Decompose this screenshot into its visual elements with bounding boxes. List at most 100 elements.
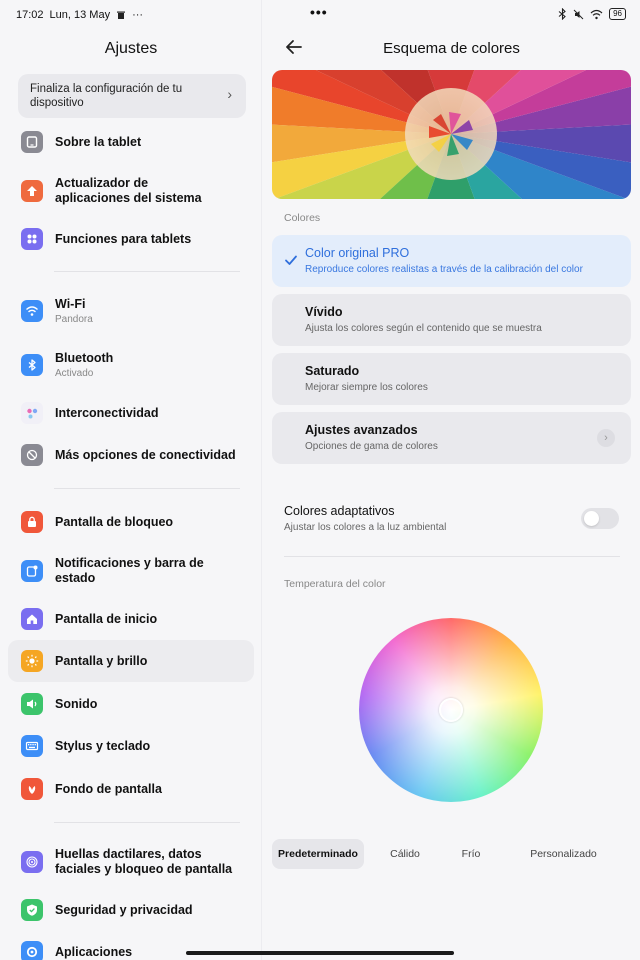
adaptive-colors-row: Colores adaptativos Ajustar los colores … <box>284 504 620 533</box>
toggle-knob <box>584 511 599 526</box>
checkmark-icon <box>285 255 297 265</box>
sidebar-title: Ajustes <box>104 40 158 57</box>
lock-icon <box>21 511 43 533</box>
trash-icon <box>117 11 126 19</box>
tab-default[interactable]: Predeterminado <box>272 839 364 869</box>
sidebar-item-display-brightness[interactable]: Pantalla y brillo <box>8 640 254 682</box>
sun-icon <box>21 650 43 672</box>
colors-section-label: Colores <box>284 212 321 224</box>
bluetooth-status-icon <box>558 8 566 20</box>
option-title: Vívido <box>305 305 343 319</box>
sidebar-item-label: Actualizador de aplicaciones del sistema <box>55 176 202 205</box>
sidebar-item-notifications[interactable]: Notificaciones y barra de estado <box>8 555 254 587</box>
sidebar-item-label: Bluetooth <box>55 351 114 365</box>
sidebar-item-label: Más opciones de conectividad <box>55 447 236 462</box>
sidebar-item-bluetooth[interactable]: Bluetooth Activado <box>8 350 254 380</box>
sidebar-item-home-screen[interactable]: Pantalla de inicio <box>8 607 254 631</box>
option-description: Reproduce colores realistas a través de … <box>305 264 583 275</box>
sidebar-item-label: Sonido <box>55 696 98 711</box>
notification-icon <box>21 560 43 582</box>
adaptive-colors-description: Ajustar los colores a la luz ambiental <box>284 522 447 533</box>
apps-gear-icon <box>21 941 43 960</box>
option-original-color-pro[interactable]: Color original PRO Reproduce colores rea… <box>272 235 631 287</box>
finish-setup-label: Finaliza la configuración de tu disposit… <box>30 83 183 109</box>
status-time: 17:02 <box>16 9 44 21</box>
multitasking-dots[interactable]: ••• <box>310 4 328 20</box>
tab-custom[interactable]: Personalizado <box>496 839 631 869</box>
status-date: Lun, 13 May <box>49 9 111 21</box>
option-description: Mejorar siempre los colores <box>305 382 428 393</box>
status-bar: 17:02 Lun, 13 May ··· ••• 96 <box>0 0 640 32</box>
wifi-status-icon <box>590 9 603 19</box>
option-advanced-settings[interactable]: Ajustes avanzados Opciones de gama de co… <box>272 412 631 464</box>
option-title: Saturado <box>305 364 360 378</box>
sidebar-item-label: Pantalla y brillo <box>55 653 148 668</box>
fingerprint-icon <box>21 851 43 873</box>
sidebar-item-label: Wi-Fi <box>55 297 86 311</box>
home-indicator[interactable] <box>186 951 454 955</box>
wifi-icon <box>21 300 43 322</box>
speaker-icon <box>21 693 43 715</box>
sidebar-item-stylus-keyboard[interactable]: Stylus y teclado <box>8 734 254 758</box>
adaptive-colors-toggle[interactable] <box>581 508 619 529</box>
sidebar-item-interconnectivity[interactable]: Interconectividad <box>8 401 254 425</box>
wifi-network-name: Pandora <box>55 314 93 325</box>
finish-setup-card[interactable]: Finaliza la configuración de tu disposit… <box>18 74 246 118</box>
interconnect-icon <box>21 402 43 424</box>
shield-icon <box>21 899 43 921</box>
sidebar-item-label: Pantalla de inicio <box>55 611 158 626</box>
option-vivid[interactable]: Vívido Ajusta los colores según el conte… <box>272 294 631 346</box>
status-more: ··· <box>132 9 144 21</box>
sidebar-item-sound[interactable]: Sonido <box>8 692 254 716</box>
divider <box>54 271 240 272</box>
color-pencils-preview-image <box>272 70 631 199</box>
sidebar-item-tablet-features[interactable]: Funciones para tablets <box>8 227 254 251</box>
sidebar-item-label: Aplicaciones <box>55 944 133 959</box>
settings-sidebar: Ajustes Finaliza la configuración de tu … <box>0 0 262 960</box>
adaptive-colors-title: Colores adaptativos <box>284 504 395 518</box>
wheel-handle[interactable] <box>439 698 463 722</box>
sidebar-item-lock-screen[interactable]: Pantalla de bloqueo <box>8 510 254 534</box>
page-title: Esquema de colores <box>383 40 520 57</box>
sidebar-item-label: Notificaciones y barra de estado <box>55 556 204 585</box>
sidebar-item-label: Fondo de pantalla <box>55 781 162 796</box>
sidebar-item-label: Interconectividad <box>55 405 159 420</box>
sidebar-item-label: Seguridad y privacidad <box>55 902 193 917</box>
option-description: Opciones de gama de colores <box>305 441 438 452</box>
sidebar-item-wifi[interactable]: Wi-Fi Pandora <box>8 296 254 326</box>
sidebar-item-label: Sobre la tablet <box>55 134 142 149</box>
sidebar-item-label: Funciones para tablets <box>55 231 192 246</box>
wallpaper-icon <box>21 778 43 800</box>
sidebar-item-wallpaper[interactable]: Fondo de pantalla <box>8 777 254 801</box>
tablet-icon <box>21 131 43 153</box>
mute-icon <box>573 9 584 19</box>
bluetooth-status: Activado <box>55 368 94 379</box>
option-description: Ajusta los colores según el contenido qu… <box>305 323 542 334</box>
sidebar-item-about-tablet[interactable]: Sobre la tablet <box>8 130 254 154</box>
grid-icon <box>21 228 43 250</box>
color-temperature-wheel[interactable] <box>359 618 543 802</box>
sidebar-item-security-privacy[interactable]: Seguridad y privacidad <box>8 898 254 922</box>
divider <box>54 822 240 823</box>
link-icon <box>21 444 43 466</box>
divider <box>54 488 240 489</box>
sidebar-item-more-connectivity[interactable]: Más opciones de conectividad <box>8 443 254 467</box>
sidebar-item-apps[interactable]: Aplicaciones <box>8 940 254 960</box>
tab-cold[interactable]: Frío <box>446 839 496 869</box>
option-title: Color original PRO <box>305 246 410 260</box>
divider <box>284 556 620 557</box>
sidebar-item-label: Stylus y teclado <box>55 738 151 753</box>
chevron-right-icon: › <box>227 86 232 102</box>
color-scheme-panel: Esquema de colores Colores Color origina… <box>263 0 640 960</box>
sidebar-item-system-app-updater[interactable]: Actualizador de aplicaciones del sistema <box>8 175 254 207</box>
option-title: Ajustes avanzados <box>305 423 418 437</box>
sidebar-item-label: Pantalla de bloqueo <box>55 514 174 529</box>
bluetooth-icon <box>21 354 43 376</box>
tab-warm[interactable]: Cálido <box>364 839 446 869</box>
temperature-presets: Predeterminado Cálido Frío Personalizado <box>272 838 631 870</box>
sidebar-item-fingerprints-face-lock[interactable]: Huellas dactilares, datos faciales y blo… <box>8 846 254 878</box>
battery-indicator: 96 <box>609 8 626 20</box>
keyboard-icon <box>21 735 43 757</box>
temperature-section-label: Temperatura del color <box>284 578 386 590</box>
option-saturated[interactable]: Saturado Mejorar siempre los colores <box>272 353 631 405</box>
